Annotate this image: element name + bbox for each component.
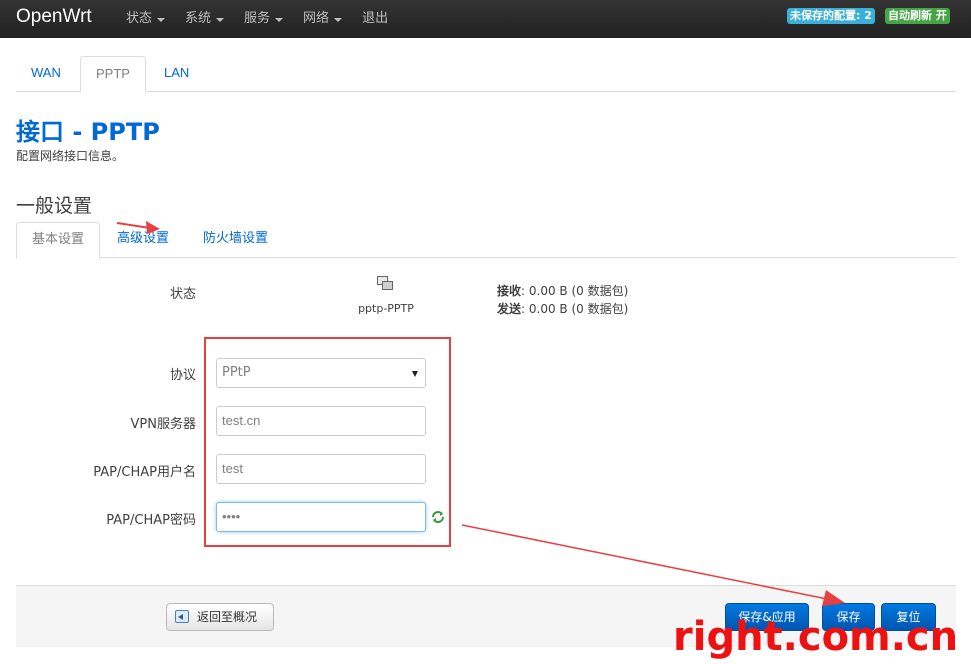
rx-stat: 接收: 0.00 B (0 数据包) bbox=[497, 284, 629, 298]
settings-tabs: 基本设置 高级设置 防火墙设置 bbox=[16, 222, 956, 259]
menu-services[interactable]: 服务 bbox=[244, 0, 284, 38]
tab-wan[interactable]: WAN bbox=[16, 56, 76, 92]
highlight-box bbox=[204, 337, 451, 547]
brand-logo[interactable]: OpenWrt bbox=[16, 6, 92, 28]
annotation-arrows bbox=[116, 221, 845, 606]
caret-down-icon bbox=[275, 18, 284, 22]
interface-tabs: WAN PPTP LAN bbox=[16, 56, 956, 93]
caret-down-icon bbox=[216, 18, 225, 22]
top-navbar: OpenWrt 状态 系统 服务 网络 退出 未保存的配置: 2 自动刷新 开 bbox=[0, 0, 971, 38]
unsaved-changes-badge[interactable]: 未保存的配置: 2 bbox=[787, 8, 875, 24]
protocol-label: 协议 bbox=[169, 368, 196, 383]
traffic-stats: 接收: 0.00 B (0 数据包) 发送: 0.00 B (0 数据包) bbox=[497, 282, 628, 318]
network-interface-icon bbox=[377, 276, 395, 292]
vpn-server-label: VPN服务器 bbox=[130, 417, 196, 432]
page-description: 配置网络接口信息。 bbox=[16, 149, 125, 163]
menu-logout[interactable]: 退出 bbox=[362, 0, 388, 38]
back-to-overview-button[interactable]: 返回至概况 bbox=[166, 603, 274, 631]
tab-pptp[interactable]: PPTP bbox=[80, 56, 146, 93]
auto-refresh-badge[interactable]: 自动刷新 开 bbox=[885, 8, 950, 24]
username-label: PAP/CHAP用户名 bbox=[93, 465, 196, 480]
tab-advanced-settings[interactable]: 高级设置 bbox=[102, 222, 184, 258]
page-title: 接口 - PPTP bbox=[16, 118, 160, 146]
section-title: 一般设置 bbox=[16, 195, 93, 217]
password-label: PAP/CHAP密码 bbox=[106, 513, 196, 528]
tx-stat: 发送: 0.00 B (0 数据包) bbox=[497, 302, 629, 316]
status-label: 状态 bbox=[169, 287, 196, 302]
main-menu: 状态 系统 服务 网络 退出 bbox=[126, 0, 408, 38]
tab-firewall-settings[interactable]: 防火墙设置 bbox=[188, 222, 283, 258]
caret-down-icon bbox=[157, 18, 166, 22]
caret-down-icon bbox=[334, 18, 343, 22]
tab-lan[interactable]: LAN bbox=[149, 56, 204, 92]
menu-network[interactable]: 网络 bbox=[303, 0, 343, 38]
back-arrow-icon bbox=[175, 610, 189, 623]
menu-status[interactable]: 状态 bbox=[126, 0, 166, 38]
tab-basic-settings[interactable]: 基本设置 bbox=[16, 222, 101, 259]
watermark-text: right.com.cn bbox=[673, 614, 959, 660]
interface-name: pptp-PPTP bbox=[358, 302, 414, 315]
interface-badge: pptp-PPTP bbox=[346, 276, 426, 315]
menu-system[interactable]: 系统 bbox=[185, 0, 225, 38]
